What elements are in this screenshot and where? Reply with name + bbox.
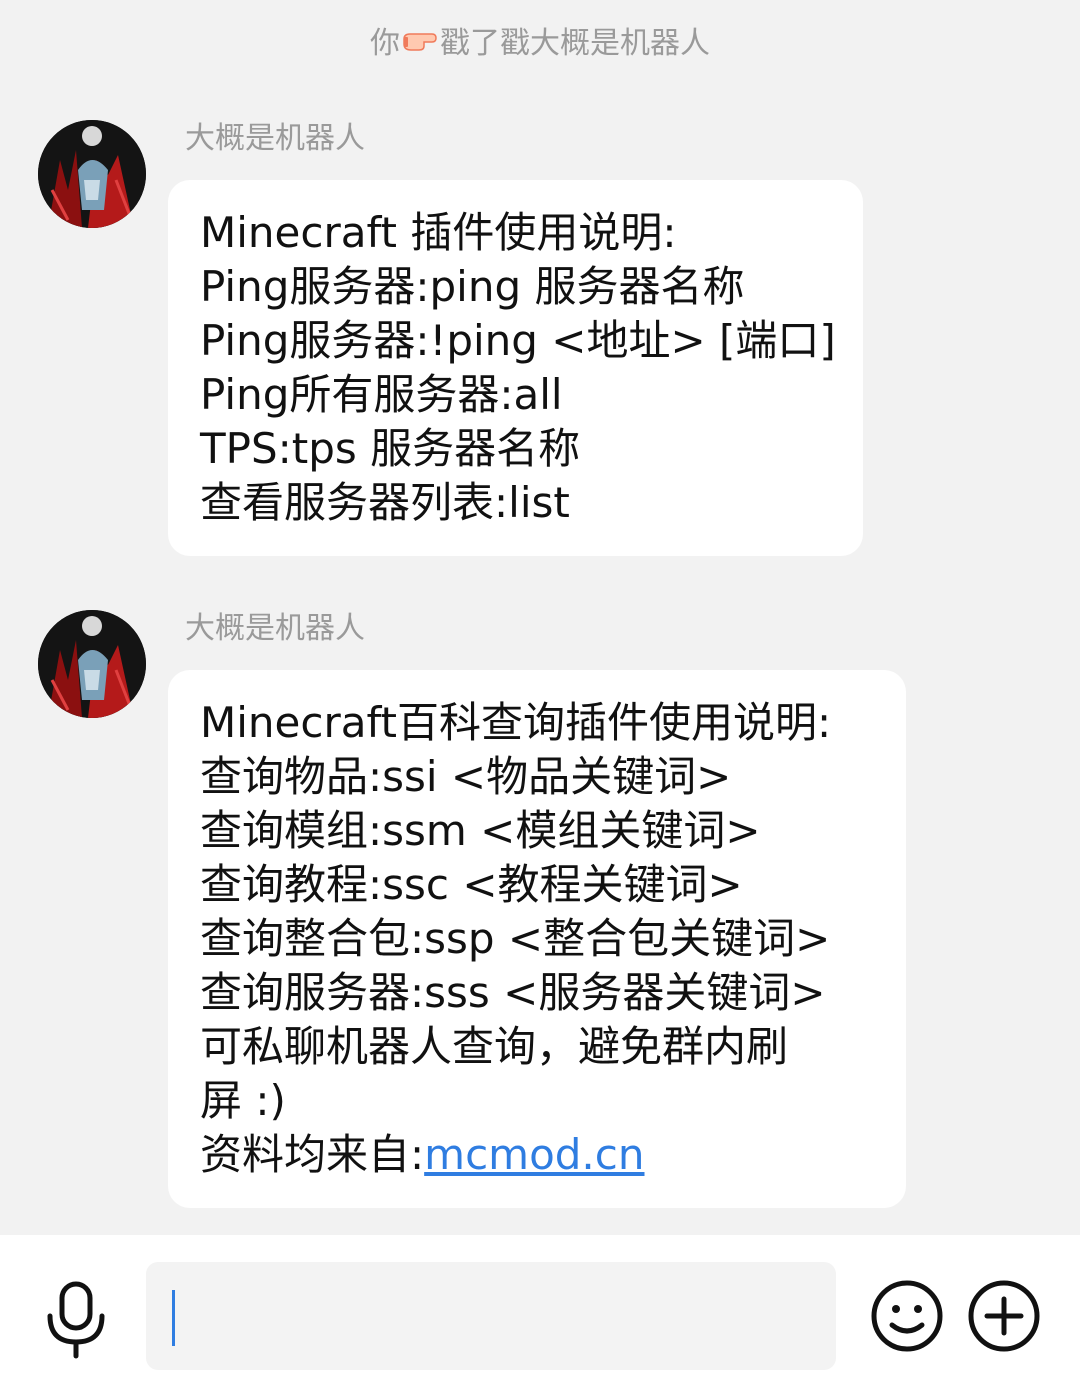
message-line: TPS:tps 服务器名称 (200, 424, 581, 473)
message-line: 查询整合包:ssp <整合包关键词> (200, 914, 831, 963)
message-line: 查询教程:ssc <教程关键词> (200, 860, 743, 909)
smiley-face-icon[interactable] (870, 1279, 944, 1353)
message-line: Minecraft百科查询插件使用说明: (200, 698, 832, 747)
sender-avatar[interactable] (38, 610, 146, 718)
poke-notice: 你 戳了戳大概是机器人 (0, 22, 1080, 66)
sender-avatar[interactable] (38, 120, 146, 228)
plus-circle-icon[interactable] (967, 1279, 1041, 1353)
microphone-icon[interactable] (40, 1280, 112, 1360)
message-line: Ping服务器:!ping <地址> [端口] (200, 316, 836, 365)
pointing-hand-icon (402, 22, 438, 66)
message-line: 屏 :) (200, 1076, 286, 1125)
message-line: Minecraft 插件使用说明: (200, 208, 677, 257)
input-bar (0, 1235, 1080, 1397)
poke-notice-prefix: 你 (370, 26, 400, 61)
message-line: 查询服务器:sss <服务器关键词> (200, 968, 826, 1017)
message-line: 资料均来自:mcmod.cn (200, 1128, 874, 1182)
message-line: 查询物品:ssi <物品关键词> (200, 752, 732, 801)
sender-name: 大概是机器人 (185, 611, 365, 646)
poke-notice-suffix: 戳了戳大概是机器人 (440, 26, 710, 61)
message-line: 查询模组:ssm <模组关键词> (200, 806, 761, 855)
source-label: 资料均来自: (200, 1130, 425, 1179)
message-line: Ping服务器:ping 服务器名称 (200, 262, 745, 311)
message-bubble[interactable]: Minecraft 插件使用说明: Ping服务器:ping 服务器名称 Pin… (168, 180, 863, 556)
message-line: Ping所有服务器:all (200, 370, 563, 419)
message-bubble[interactable]: Minecraft百科查询插件使用说明: 查询物品:ssi <物品关键词> 查询… (168, 670, 906, 1208)
message-line: 可私聊机器人查询，避免群内刷 (200, 1022, 789, 1071)
message-line: 查看服务器列表:list (200, 478, 570, 527)
message-input[interactable] (146, 1262, 836, 1370)
source-link[interactable]: mcmod.cn (424, 1130, 644, 1179)
sender-name: 大概是机器人 (185, 121, 365, 156)
text-caret (172, 1290, 175, 1346)
